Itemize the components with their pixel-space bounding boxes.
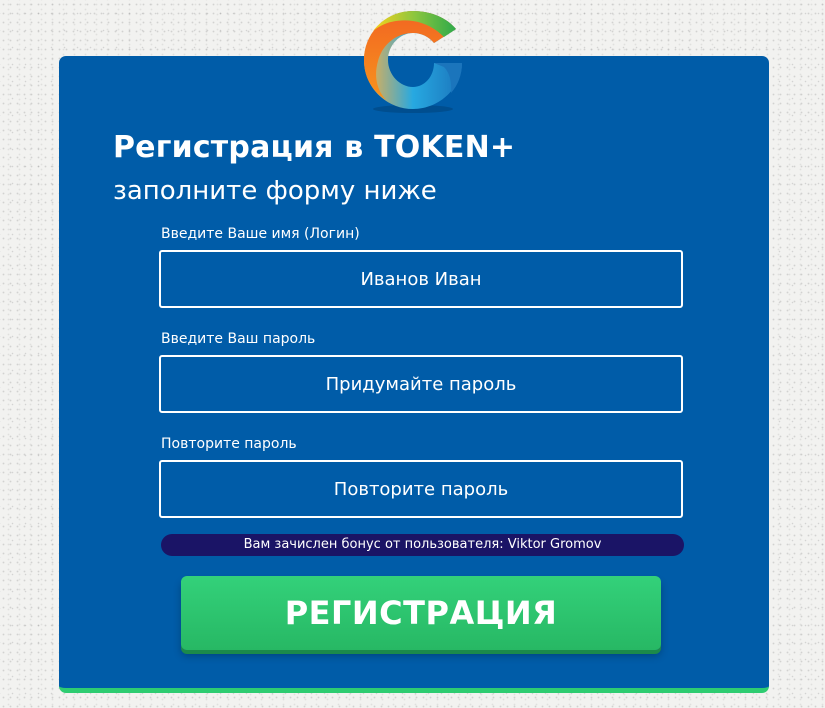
page-title: Регистрация в TOKEN+ [113,130,516,165]
password-repeat-input[interactable] [159,460,683,518]
password-label: Введите Ваш пароль [161,331,316,347]
token-logo-icon [364,11,462,113]
referral-bonus-badge: Вам зачислен бонус от пользователя: Vikt… [161,534,684,556]
page-subtitle: заполните форму ниже [113,176,437,206]
login-label: Введите Ваше имя (Логин) [161,226,360,242]
register-button[interactable]: РЕГИСТРАЦИЯ [181,576,661,650]
login-input[interactable] [159,250,683,308]
password-repeat-label: Повторите пароль [161,436,297,452]
password-input[interactable] [159,355,683,413]
